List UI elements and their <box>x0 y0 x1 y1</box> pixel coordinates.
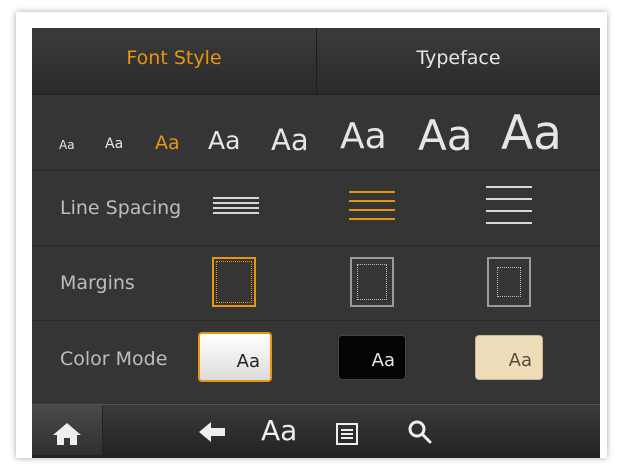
home-icon <box>53 423 81 445</box>
tab-font-style-label: Font Style <box>126 47 222 69</box>
color-mode-black-option[interactable]: Aa <box>338 335 406 380</box>
font-size-option-6[interactable]: Aa <box>340 116 387 157</box>
line-spacing-label: Line Spacing <box>60 197 182 219</box>
margins-narrow-option[interactable] <box>212 257 256 307</box>
color-mode-sepia-sample: Aa <box>508 350 532 371</box>
color-mode-row: Color Mode Aa Aa Aa <box>32 321 600 403</box>
color-mode-white-sample: Aa <box>236 351 260 372</box>
color-mode-white-option[interactable]: Aa <box>198 332 272 382</box>
font-size-option-5[interactable]: Aa <box>271 123 309 157</box>
line-spacing-wide-option[interactable] <box>486 186 532 224</box>
tab-typeface-label: Typeface <box>416 47 501 69</box>
margins-label: Margins <box>60 272 135 294</box>
color-mode-sepia-option[interactable]: Aa <box>475 335 543 380</box>
color-mode-black-sample: Aa <box>371 350 395 371</box>
reader-settings-panel: Font Style Typeface Aa Aa Aa Aa Aa Aa Aa… <box>32 28 600 458</box>
color-mode-label: Color Mode <box>60 348 168 370</box>
font-size-option-2[interactable]: Aa <box>105 136 123 152</box>
font-size-option-7[interactable]: Aa <box>418 111 472 160</box>
font-size-row: Aa Aa Aa Aa Aa Aa Aa Aa <box>32 94 600 171</box>
font-size-option-3[interactable]: Aa <box>155 132 180 154</box>
line-spacing-medium-option[interactable] <box>349 191 395 220</box>
margins-medium-option[interactable] <box>350 257 394 307</box>
notes-icon[interactable] <box>334 421 360 447</box>
line-spacing-row: Line Spacing <box>32 171 600 246</box>
tab-font-style[interactable]: Font Style <box>32 28 316 94</box>
tab-bar: Font Style Typeface <box>32 28 600 95</box>
font-size-option-4[interactable]: Aa <box>208 126 240 155</box>
line-spacing-tight-option[interactable] <box>213 197 259 214</box>
font-settings-button[interactable]: Aa <box>261 414 297 447</box>
font-size-option-8[interactable]: Aa <box>501 106 562 161</box>
font-size-option-1[interactable]: Aa <box>59 138 75 152</box>
margins-wide-option[interactable] <box>487 257 531 307</box>
search-icon[interactable] <box>406 418 434 446</box>
back-arrow-icon[interactable] <box>195 415 229 449</box>
margins-row: Margins <box>32 246 600 321</box>
tab-typeface[interactable]: Typeface <box>317 28 600 94</box>
home-button[interactable] <box>32 405 103 455</box>
bottom-toolbar: Aa <box>32 404 600 458</box>
